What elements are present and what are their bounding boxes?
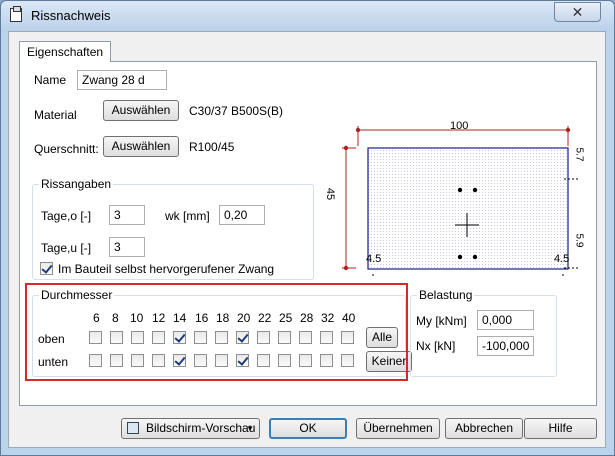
height-dimension-label: 45: [324, 187, 337, 201]
dialog-window: Rissnachweis ✕ Eigenschaften Name Zwang …: [0, 0, 615, 456]
left-dimension-dot-top: [343, 145, 349, 151]
my-label: My [kNm]: [416, 314, 467, 328]
preview-button-label: Bildschirm-Vorschau: [146, 421, 256, 435]
window-title: Rissnachweis: [31, 8, 111, 23]
tage-o-label: Tage,o [-]: [41, 209, 92, 223]
zwang-checkbox[interactable]: [40, 262, 53, 275]
belastung-title: Belastung: [417, 288, 475, 302]
clipboard-icon: [10, 6, 22, 22]
material-select-button[interactable]: Auswählen: [103, 100, 179, 121]
highlight-box: [25, 283, 408, 381]
rissangaben-title: Rissangaben: [39, 177, 114, 191]
preview-button[interactable]: Bildschirm-Vorschau ▼: [121, 418, 260, 439]
rebar-bottom-left: [457, 254, 463, 260]
name-label: Name: [34, 73, 67, 87]
title-bar[interactable]: Rissnachweis ✕: [1, 1, 614, 31]
tage-o-input[interactable]: 3: [109, 205, 145, 225]
tage-u-label: Tage,u [-]: [41, 241, 92, 255]
rebar-bottom-right: [472, 254, 478, 260]
cross-section-rect: [367, 147, 569, 270]
querschnitt-select-button[interactable]: Auswählen: [103, 136, 179, 157]
left-dimension-dot-bottom: [343, 265, 349, 271]
name-input[interactable]: Zwang 28 d: [77, 70, 167, 90]
bottom-cover-label: 5.9: [573, 233, 585, 248]
preview-icon: [127, 422, 139, 434]
apply-button[interactable]: Übernehmen: [356, 418, 440, 439]
dialog-client: Eigenschaften Name Zwang 28 d Material A…: [8, 31, 606, 448]
zwang-checkbox-label: Im Bauteil selbst hervorgerufener Zwang: [58, 262, 275, 276]
ok-button[interactable]: OK: [269, 418, 347, 439]
querschnitt-value: R100/45: [189, 140, 235, 154]
wk-label: wk [mm]: [165, 209, 210, 223]
help-button[interactable]: Hilfe: [524, 418, 597, 439]
right-cover-label: 4.5: [554, 253, 570, 265]
nx-input[interactable]: -100,000: [477, 336, 534, 356]
left-cover-label: 4.5: [366, 253, 382, 265]
cross-section-diagram: [342, 126, 578, 276]
top-cover-label: 5.7: [573, 147, 585, 162]
material-value: C30/37 B500S(B): [189, 104, 284, 118]
rebar-top-left: [457, 187, 463, 193]
material-label: Material: [34, 108, 77, 122]
my-input[interactable]: 0,000: [477, 310, 534, 330]
tab-eigenschaften[interactable]: Eigenschaften: [19, 41, 112, 62]
top-dimension-dot-right: [565, 127, 571, 133]
rebar-top-right: [472, 187, 478, 193]
cancel-button[interactable]: Abbrechen: [445, 418, 523, 439]
chevron-down-icon: ▼: [246, 424, 254, 433]
nx-label: Nx [kN]: [416, 339, 456, 353]
close-button[interactable]: ✕: [554, 2, 601, 22]
querschnitt-label: Querschnitt:: [34, 142, 99, 156]
rissangaben-group: Rissangaben Tage,o [-] 3 wk [mm] 0,20 Ta…: [32, 177, 314, 280]
wk-input[interactable]: 0,20: [219, 205, 265, 225]
tage-u-input[interactable]: 3: [109, 237, 145, 257]
belastung-group: Belastung My [kNm] 0,000 Nx [kN] -100,00…: [410, 288, 557, 377]
top-dimension-dot-left: [355, 127, 361, 133]
width-dimension-label: 100: [450, 120, 469, 132]
